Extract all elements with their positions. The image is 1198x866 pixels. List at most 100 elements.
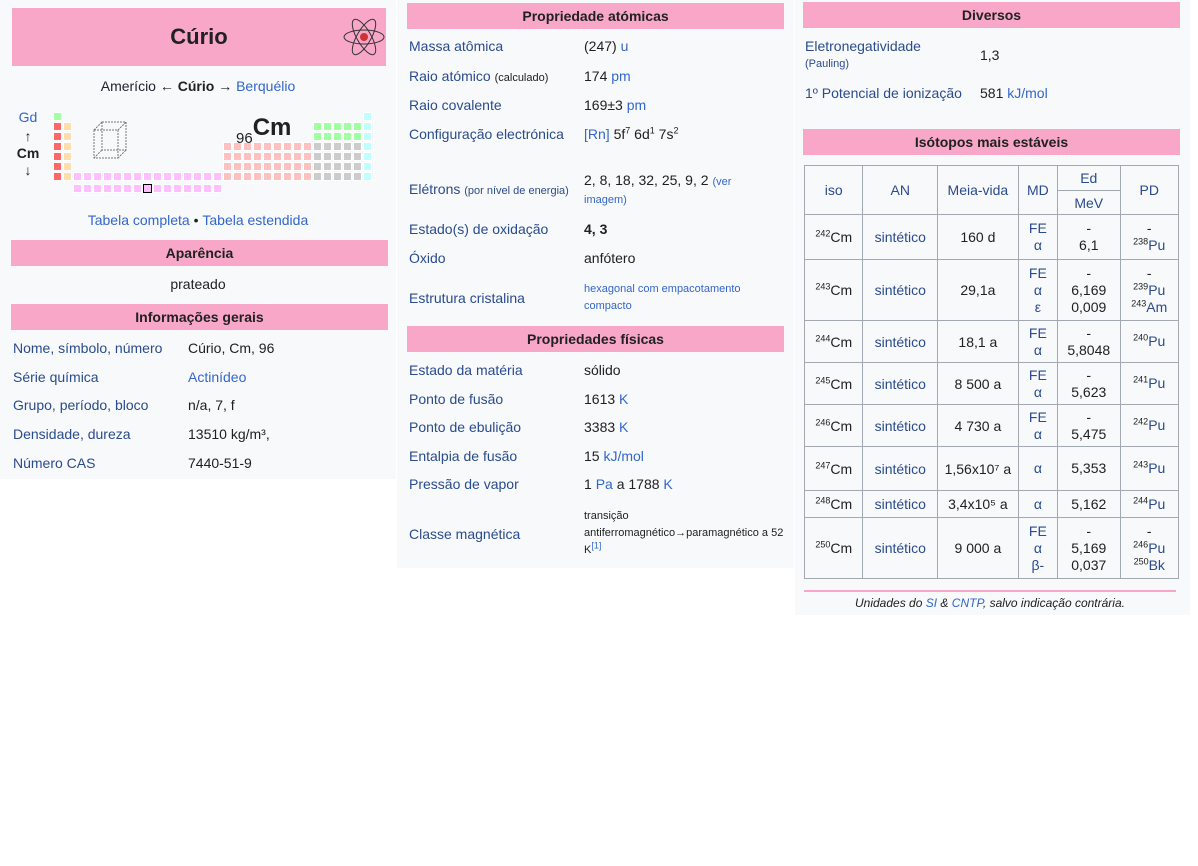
electrons-label[interactable]: Elétrons [409, 181, 460, 197]
product-element[interactable]: Pu [1148, 282, 1165, 298]
decay-mode[interactable]: FE [1021, 523, 1055, 540]
isotope-decay-mode[interactable]: FE α β- [1017, 517, 1059, 579]
decay-mode[interactable]: FE [1021, 265, 1055, 282]
vapor-label[interactable]: Pressão de vapor [409, 476, 584, 492]
magnetic-ref-link[interactable]: [1] [591, 540, 601, 550]
state-label[interactable]: Estado da matéria [409, 362, 584, 378]
crystal-label[interactable]: Estrutura cristalina [409, 290, 584, 306]
isotope-decay-product[interactable]: 243Pu [1119, 446, 1180, 491]
isotope-abundance[interactable]: sintético [862, 259, 939, 321]
decay-mode[interactable]: FE [1021, 367, 1055, 384]
decay-mode[interactable]: FE [1021, 325, 1055, 342]
element-above-link[interactable]: Gd [10, 105, 46, 129]
extended-table-link[interactable]: Tabela estendida [202, 212, 308, 228]
boiling-label[interactable]: Ponto de ebulição [409, 419, 584, 435]
isotope-decay-product[interactable]: 242Pu [1119, 404, 1180, 447]
isotope-decay-mode[interactable]: FE α [1017, 362, 1059, 405]
decay-mode[interactable]: α [1021, 342, 1055, 359]
isotope-abundance[interactable]: sintético [862, 490, 939, 518]
isotope-abundance[interactable]: sintético [862, 362, 939, 405]
product-element[interactable]: Pu [1148, 333, 1165, 349]
isotope-decay-product[interactable]: -246Pu 250Bk [1119, 517, 1180, 579]
isotope-symbol[interactable]: 250Cm [803, 517, 864, 579]
isotope-decay-mode[interactable]: FE α ε [1017, 259, 1059, 321]
decay-product[interactable]: 243Am [1123, 298, 1176, 316]
product-element[interactable]: - [1147, 523, 1152, 539]
product-element[interactable]: Pu [1148, 417, 1165, 433]
boiling-unit[interactable]: K [619, 419, 628, 435]
isotope-symbol[interactable]: 242Cm [803, 214, 864, 260]
covalent-radius-label[interactable]: Raio covalente [409, 97, 584, 113]
col-ed[interactable]: Ed [1057, 165, 1121, 191]
decay-mode[interactable]: α [1021, 460, 1055, 477]
product-element[interactable]: - [1147, 220, 1152, 236]
product-element[interactable]: Bk [1149, 557, 1165, 573]
product-element[interactable]: Am [1146, 299, 1167, 315]
prev-element-link[interactable]: Amerício [101, 78, 156, 94]
decay-mode[interactable]: FE [1021, 220, 1055, 237]
current-element-cell[interactable] [143, 184, 152, 193]
atomic-radius-unit[interactable]: pm [611, 68, 630, 84]
product-element[interactable]: Pu [1148, 375, 1165, 391]
isotope-abundance[interactable]: sintético [862, 214, 939, 260]
melting-unit[interactable]: K [619, 391, 628, 407]
config-rn-link[interactable]: [Rn] [584, 126, 610, 142]
decay-product[interactable]: 242Pu [1123, 417, 1176, 434]
decay-product[interactable]: 239Pu [1123, 281, 1176, 299]
isotope-decay-mode[interactable]: FE α [1017, 404, 1059, 447]
decay-mode[interactable]: α [1021, 282, 1055, 299]
isotope-decay-product[interactable]: -239Pu 243Am [1119, 259, 1180, 321]
isotope-abundance[interactable]: sintético [862, 404, 939, 447]
magnetic-label[interactable]: Classe magnética [409, 526, 584, 542]
col-an[interactable]: AN [862, 165, 939, 215]
decay-product[interactable]: 246Pu [1123, 539, 1176, 557]
isotope-symbol[interactable]: 243Cm [803, 259, 864, 321]
decay-product[interactable]: - [1123, 265, 1176, 282]
isotope-symbol[interactable]: 247Cm [803, 446, 864, 491]
covalent-radius-unit[interactable]: pm [627, 97, 646, 113]
vapor-unit[interactable]: Pa [596, 476, 613, 492]
product-element[interactable]: Pu [1148, 496, 1165, 512]
product-element[interactable]: - [1147, 265, 1152, 281]
decay-mode[interactable]: FE [1021, 409, 1055, 426]
electrons-note[interactable]: (por nível de energia) [464, 185, 569, 197]
isotope-decay-mode[interactable]: FE α [1017, 320, 1059, 363]
product-element[interactable]: Pu [1148, 540, 1165, 556]
full-table-link[interactable]: Tabela completa [88, 212, 190, 228]
isotope-symbol[interactable]: 248Cm [803, 490, 864, 518]
crystal-value-link[interactable]: hexagonal com empacotamento compacto [584, 281, 774, 315]
isotope-symbol[interactable]: 244Cm [803, 320, 864, 363]
isotope-abundance[interactable]: sintético [862, 517, 939, 579]
atomic-radius-label[interactable]: Raio atómico [409, 68, 491, 84]
isotope-decay-product[interactable]: 241Pu [1119, 362, 1180, 405]
ionization-label[interactable]: 1º Potencial de ionização [805, 85, 980, 101]
decay-product[interactable]: 243Pu [1123, 460, 1176, 477]
decay-mode[interactable]: α [1021, 496, 1055, 513]
oxide-label[interactable]: Óxido [409, 250, 584, 266]
isotope-decay-product[interactable]: 240Pu [1119, 320, 1180, 363]
electron-config-label[interactable]: Configuração electrónica [409, 126, 584, 142]
decay-product[interactable]: 244Pu [1123, 495, 1176, 513]
isotope-symbol[interactable]: 246Cm [803, 404, 864, 447]
col-mev[interactable]: MeV [1057, 190, 1121, 215]
atomic-mass-label[interactable]: Massa atômica [409, 38, 584, 54]
next-element-link[interactable]: Berquélio [236, 78, 295, 94]
decay-product[interactable]: 241Pu [1123, 375, 1176, 392]
product-element[interactable]: Pu [1148, 460, 1165, 476]
isotope-decay-mode[interactable]: α [1017, 490, 1059, 518]
col-md[interactable]: MD [1017, 165, 1059, 215]
decay-product[interactable]: 250Bk [1123, 556, 1176, 574]
decay-product[interactable]: 238Pu [1123, 237, 1176, 254]
col-pd[interactable]: PD [1119, 165, 1180, 215]
isotope-abundance[interactable]: sintético [862, 320, 939, 363]
enthalpy-unit[interactable]: kJ/mol [603, 448, 643, 464]
isotope-abundance[interactable]: sintético [862, 446, 939, 491]
chemical-series-link[interactable]: Actinídeo [188, 369, 246, 385]
isotope-decay-mode[interactable]: FE α [1017, 214, 1059, 260]
vapor-unit2[interactable]: K [663, 476, 672, 492]
electronegativity-label[interactable]: Eletronegatividade [805, 38, 921, 54]
decay-product[interactable]: 240Pu [1123, 333, 1176, 350]
general-label[interactable]: Número CAS [13, 455, 188, 471]
product-element[interactable]: Pu [1148, 237, 1165, 253]
decay-mode[interactable]: α [1021, 426, 1055, 443]
